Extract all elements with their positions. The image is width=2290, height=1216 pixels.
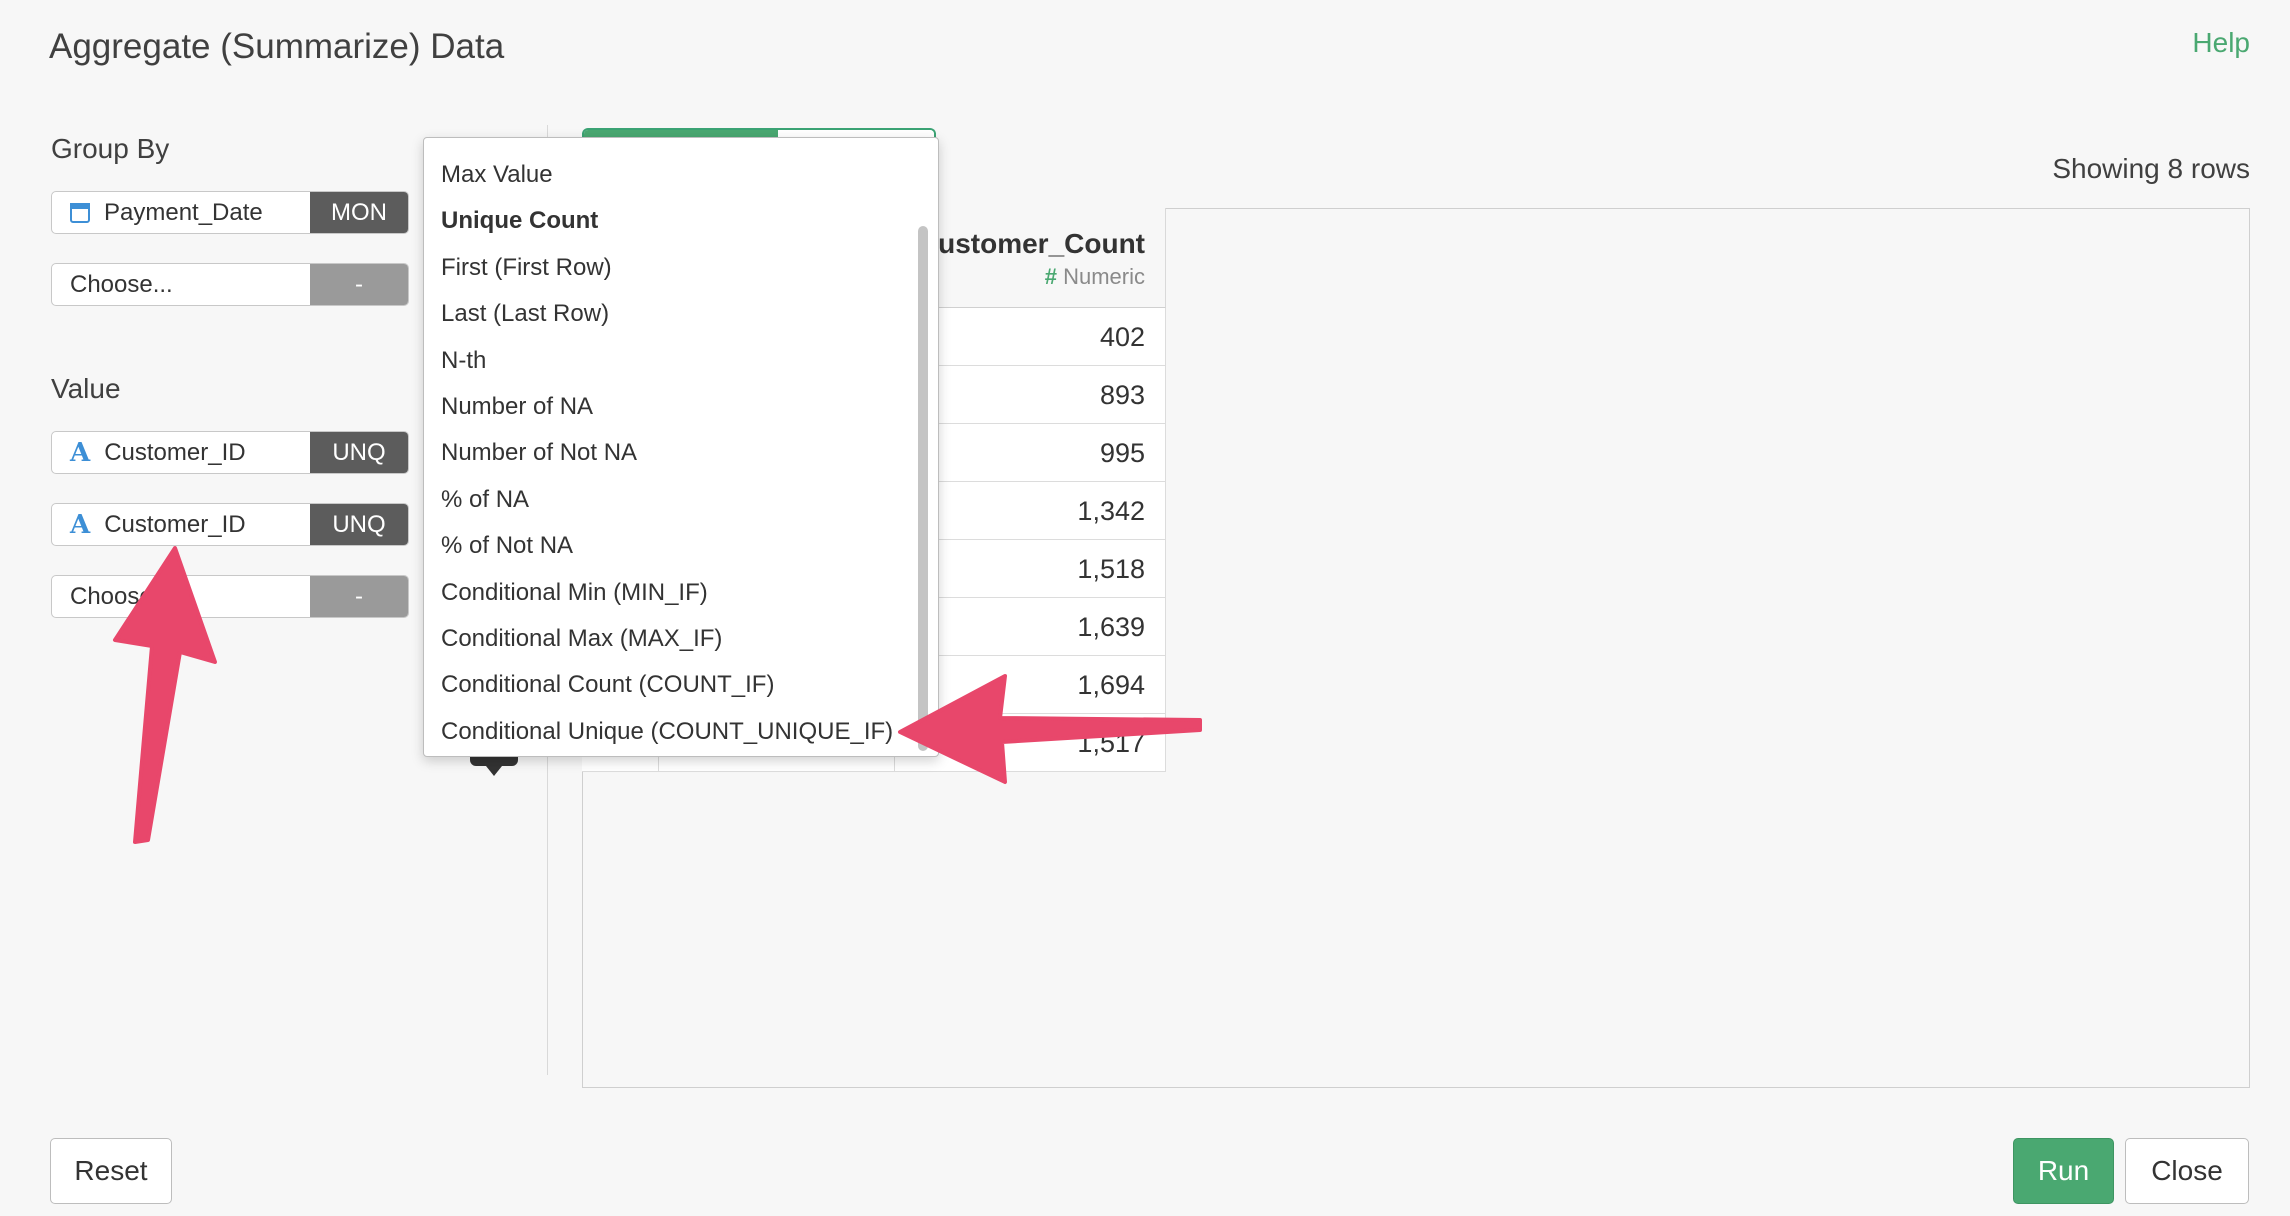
- menu-scrollbar[interactable]: [918, 226, 928, 751]
- menu-item[interactable]: Number of Not NA: [424, 430, 938, 476]
- menu-item[interactable]: Conditional Count (COUNT_IF): [424, 662, 938, 708]
- group-by-choose-field[interactable]: Choose... -: [51, 263, 409, 306]
- group-by-field-payment-date[interactable]: Payment_Date MON: [51, 191, 409, 234]
- run-button[interactable]: Run: [2013, 1138, 2114, 1204]
- aggregation-function-menu[interactable]: Max Value Unique Count First (First Row)…: [423, 137, 939, 757]
- text-type-icon: A: [70, 509, 91, 540]
- text-type-icon: A: [70, 437, 91, 468]
- reset-button[interactable]: Reset: [50, 1138, 172, 1204]
- value-choose-field[interactable]: Choose -: [51, 575, 409, 618]
- close-button[interactable]: Close: [2125, 1138, 2249, 1204]
- menu-item-selected[interactable]: Unique Count: [424, 198, 938, 244]
- function-badge-mon[interactable]: MON: [310, 192, 408, 233]
- menu-item[interactable]: Number of NA: [424, 384, 938, 430]
- group-by-field-name: Payment_Date: [104, 198, 263, 226]
- menu-item[interactable]: Max Value: [424, 152, 938, 198]
- help-link[interactable]: Help: [2192, 27, 2250, 59]
- calendar-icon: [70, 202, 90, 223]
- function-badge-empty[interactable]: -: [310, 264, 408, 305]
- menu-item[interactable]: N-th: [424, 338, 938, 384]
- value-field-name: Customer_ID: [104, 438, 246, 466]
- menu-item[interactable]: Last (Last Row): [424, 291, 938, 337]
- aggregate-dialog: Aggregate (Summarize) Data Help Group By…: [0, 0, 2290, 1216]
- dialog-title: Aggregate (Summarize) Data: [49, 27, 505, 66]
- choose-placeholder: Choose: [70, 582, 153, 610]
- group-by-label: Group By: [51, 133, 170, 164]
- numeric-type-icon: #: [1044, 264, 1057, 289]
- column-title: ustomer_Count: [938, 228, 1145, 259]
- value-label: Value: [51, 373, 121, 404]
- function-badge-empty[interactable]: -: [310, 576, 408, 617]
- value-field-customer-id-1[interactable]: A Customer_ID UNQ: [51, 431, 409, 474]
- menu-item[interactable]: First (First Row): [424, 245, 938, 291]
- menu-item-conditional-unique[interactable]: Conditional Unique (COUNT_UNIQUE_IF): [424, 709, 938, 755]
- choose-placeholder: Choose...: [70, 270, 173, 298]
- menu-item[interactable]: % of Not NA: [424, 523, 938, 569]
- menu-item[interactable]: Conditional Min (MIN_IF): [424, 570, 938, 616]
- value-field-name: Customer_ID: [104, 510, 246, 538]
- menu-item[interactable]: Conditional Max (MAX_IF): [424, 616, 938, 662]
- row-count-label: Showing 8 rows: [2052, 153, 2250, 184]
- value-field-customer-id-2[interactable]: A Customer_ID UNQ: [51, 503, 409, 546]
- menu-item[interactable]: % of NA: [424, 477, 938, 523]
- column-type: Numeric: [1063, 264, 1145, 289]
- function-badge-unq[interactable]: UNQ: [310, 504, 408, 545]
- function-badge-unq[interactable]: UNQ: [310, 432, 408, 473]
